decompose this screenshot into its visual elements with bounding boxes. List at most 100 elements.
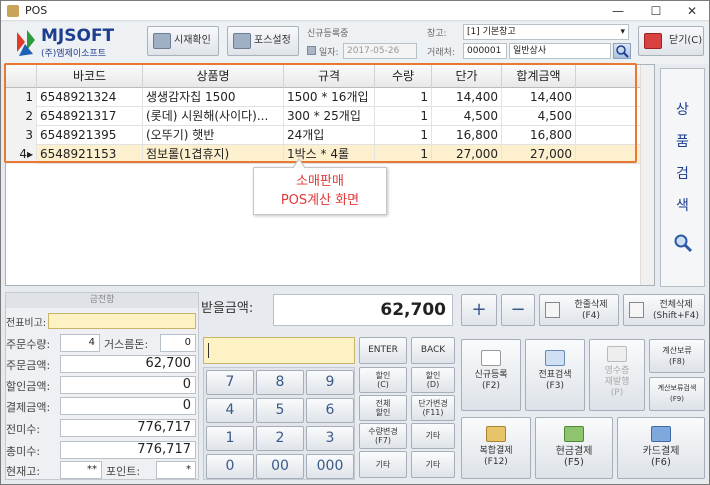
chevron-down-icon: ▾	[620, 27, 625, 37]
customer-label: 거래처:	[427, 48, 455, 58]
table-row[interactable]: 1 6548921324 생생감자칩 1500 1500 * 16개입 1 14…	[6, 88, 654, 107]
pos-settings-button[interactable]: 포스설정	[227, 26, 299, 56]
qty-row: 주문수량: 4 거스름돈: 0	[6, 333, 198, 353]
customer-name-input[interactable]: 일반상사	[509, 43, 611, 59]
complex-pay-button[interactable]: 복합결제 (F12)	[461, 417, 531, 479]
cell-total: 14,400	[502, 88, 576, 107]
slip-search-icon	[545, 350, 565, 366]
etc-button-2[interactable]: 기타	[359, 451, 407, 478]
cell-barcode: 6548921324	[37, 88, 143, 107]
search-icon	[616, 45, 629, 58]
receipt-reprint-label: 영수증 재발행 (P)	[604, 366, 630, 398]
key-4[interactable]: 4	[206, 398, 254, 423]
time-check-button[interactable]: 시재확인	[147, 26, 219, 56]
plus-button[interactable]: +	[461, 294, 497, 326]
col-qty[interactable]: 수량	[375, 65, 432, 88]
table-row[interactable]: 3 6548921395 (오뚜기) 햇반 24개입 1 16,800 16,8…	[6, 126, 654, 145]
text-cursor	[208, 343, 209, 358]
col-product[interactable]: 상품명	[143, 65, 284, 88]
table-row[interactable]: 2 6548921317 (롯데) 시원해(사이다)... 300 * 25개입…	[6, 107, 654, 126]
col-total[interactable]: 합계금액	[502, 65, 576, 88]
receipt-reprint-button[interactable]: 영수증 재발행 (P)	[589, 339, 645, 411]
paid-row: 결제금액: 0	[6, 396, 198, 416]
etc-button-1[interactable]: 기타	[411, 423, 455, 449]
row-number: 2	[6, 107, 37, 126]
key-1[interactable]: 1	[206, 426, 254, 451]
col-barcode[interactable]: 바코드	[37, 65, 143, 88]
receive-label: 받을금액:	[201, 301, 254, 316]
side-char: 색	[676, 198, 689, 214]
delete-line-icon	[545, 302, 560, 318]
warehouse-select[interactable]: [1] 기본창고 ▾	[463, 24, 629, 40]
logo-name: MJSOFT	[41, 26, 115, 46]
key-6[interactable]: 6	[306, 398, 354, 423]
cell-barcode: 6548921395	[37, 126, 143, 145]
discount-d-button[interactable]: 할인 (D)	[411, 367, 455, 393]
product-search-button[interactable]: 상 품 검 색	[660, 68, 705, 287]
key-2[interactable]: 2	[256, 426, 304, 451]
delete-line-button[interactable]: 한줄삭제 (F4)	[539, 294, 619, 326]
key-3[interactable]: 3	[306, 426, 354, 451]
new-document-icon	[481, 350, 501, 366]
slip-search-button[interactable]: 전표검색 (F3)	[525, 339, 585, 411]
key-0[interactable]: 0	[206, 454, 254, 479]
etc-button-3[interactable]: 기타	[411, 451, 455, 478]
paid-value: 0	[60, 397, 196, 415]
new-register-button[interactable]: 신규등록 (F2)	[461, 339, 521, 411]
back-button[interactable]: BACK	[411, 337, 455, 364]
date-input[interactable]: 2017-05-26	[343, 43, 417, 59]
key-8[interactable]: 8	[256, 370, 304, 395]
cell-spec: 300 * 25개입	[284, 107, 375, 126]
cash-pay-button[interactable]: 현금결제 (F5)	[535, 417, 613, 479]
close-button[interactable]: 닫기(C)	[638, 26, 704, 56]
row-number: 3	[6, 126, 37, 145]
discount-c-button[interactable]: 할인 (C)	[359, 367, 407, 393]
prev-unpaid-row: 전미수: 776,717	[6, 418, 198, 438]
key-000[interactable]: 000	[306, 454, 354, 479]
cell-qty: 1	[375, 107, 432, 126]
col-price[interactable]: 단가	[432, 65, 502, 88]
hold-search-button[interactable]: 계산보류검색 (F9)	[649, 377, 705, 411]
calendar-icon	[307, 46, 316, 55]
side-char: 품	[676, 134, 689, 150]
card-pay-button[interactable]: 카드결제 (F6)	[617, 417, 705, 479]
cash-pay-label: 현금결제 (F5)	[555, 446, 593, 468]
key-9[interactable]: 9	[306, 370, 354, 395]
cash-drawer-header[interactable]: 금전함	[6, 293, 198, 308]
delete-all-button[interactable]: 전체삭제 (Shift+F4)	[623, 294, 705, 326]
customer-search-button[interactable]	[613, 43, 631, 59]
close-label: 닫기(C)	[669, 35, 703, 46]
key-00[interactable]: 00	[256, 454, 304, 479]
table-row-selected[interactable]: 4▸ 6548921153 점보롤(1겹휴지) 1박스 * 4롤 1 27,00…	[6, 145, 654, 164]
customer-code-input[interactable]: 000001	[463, 43, 507, 59]
hold-button[interactable]: 계산보류 (F8)	[649, 339, 705, 373]
memo-input[interactable]	[48, 313, 196, 329]
key-5[interactable]: 5	[256, 398, 304, 423]
memo-label: 전표비고:	[6, 318, 47, 329]
enter-button[interactable]: ENTER	[359, 337, 407, 364]
maximize-button[interactable]: ☐	[639, 2, 673, 20]
minus-button[interactable]: −	[501, 294, 535, 326]
input-field[interactable]	[203, 337, 355, 364]
hold-label: 계산보류 (F8)	[662, 346, 692, 366]
search-icon	[674, 234, 693, 253]
key-7[interactable]: 7	[206, 370, 254, 395]
qty-change-button[interactable]: 수량변경 (F7)	[359, 423, 407, 449]
change-value: 0	[160, 334, 196, 352]
total-discount-button[interactable]: 전체 할인	[359, 395, 407, 421]
cell-product: (롯데) 시원해(사이다)...	[143, 107, 284, 126]
new-register-label: 신규등록 (F2)	[474, 370, 508, 391]
minimize-button[interactable]: —	[601, 2, 635, 20]
side-char: 검	[676, 166, 689, 182]
close-window-button[interactable]: ✕	[675, 2, 709, 20]
grid-scrollbar[interactable]	[640, 65, 654, 285]
discount-label: 할인금액:	[6, 380, 51, 393]
receive-amount: 62,700	[273, 294, 453, 326]
price-change-button[interactable]: 단가변경 (F11)	[411, 395, 455, 421]
discount-value: 0	[60, 376, 196, 394]
credit-card-icon	[651, 426, 671, 442]
side-char: 상	[676, 102, 689, 118]
order-amount-value: 62,700	[60, 355, 196, 373]
cell-price: 16,800	[432, 126, 502, 145]
col-spec[interactable]: 규격	[284, 65, 375, 88]
